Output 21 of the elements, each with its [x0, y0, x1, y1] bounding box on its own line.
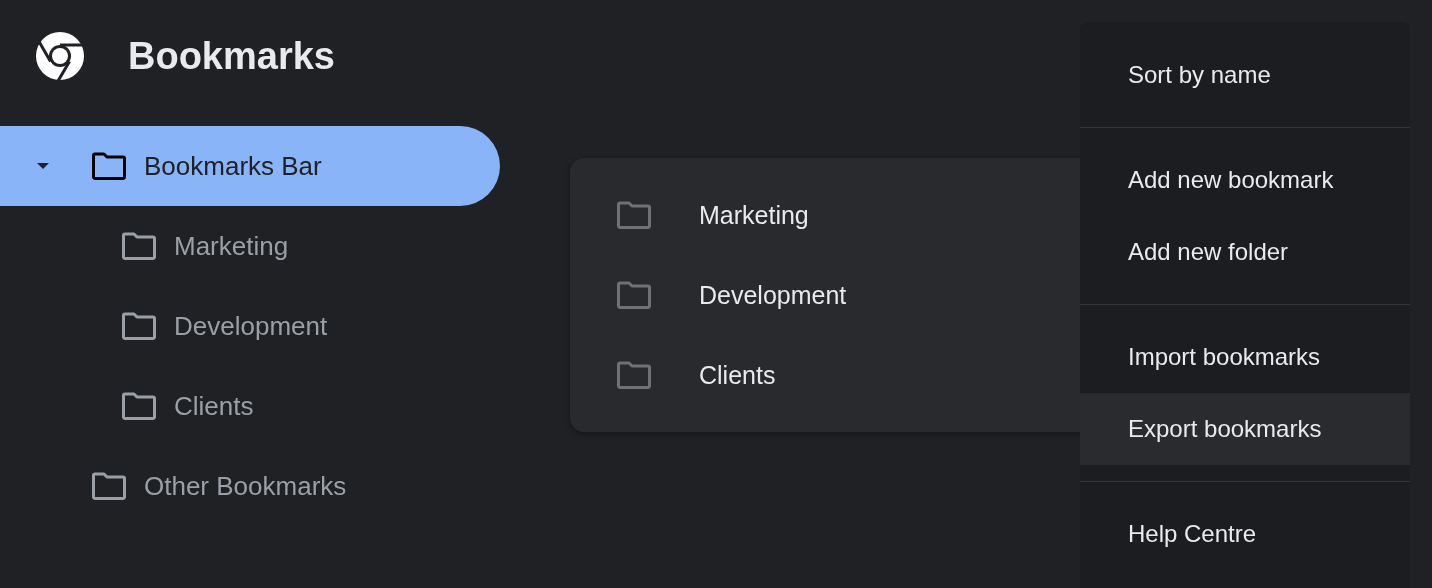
- folder-icon: [617, 361, 651, 389]
- folder-icon: [122, 232, 156, 260]
- folder-icon: [122, 392, 156, 420]
- menu-item[interactable]: Add new folder: [1080, 216, 1410, 288]
- tree-item[interactable]: Clients: [0, 366, 500, 446]
- tree-item[interactable]: Marketing: [0, 206, 500, 286]
- menu-item[interactable]: Import bookmarks: [1080, 321, 1410, 393]
- menu-item[interactable]: Help Centre: [1080, 498, 1410, 570]
- folder-icon: [92, 152, 126, 180]
- tree-item[interactable]: Bookmarks Bar: [0, 126, 500, 206]
- tree-item[interactable]: Other Bookmarks: [0, 446, 500, 526]
- menu-item[interactable]: Add new bookmark: [1080, 144, 1410, 216]
- tree-item[interactable]: Development: [0, 286, 500, 366]
- folder-icon: [617, 201, 651, 229]
- folder-icon: [92, 472, 126, 500]
- folder-icon: [617, 281, 651, 309]
- menu-item[interactable]: Sort by name: [1080, 39, 1410, 111]
- folder-icon: [122, 312, 156, 340]
- page-title: Bookmarks: [128, 34, 335, 78]
- menu-item[interactable]: Export bookmarks: [1080, 393, 1410, 465]
- browser-logo-icon: [36, 32, 84, 80]
